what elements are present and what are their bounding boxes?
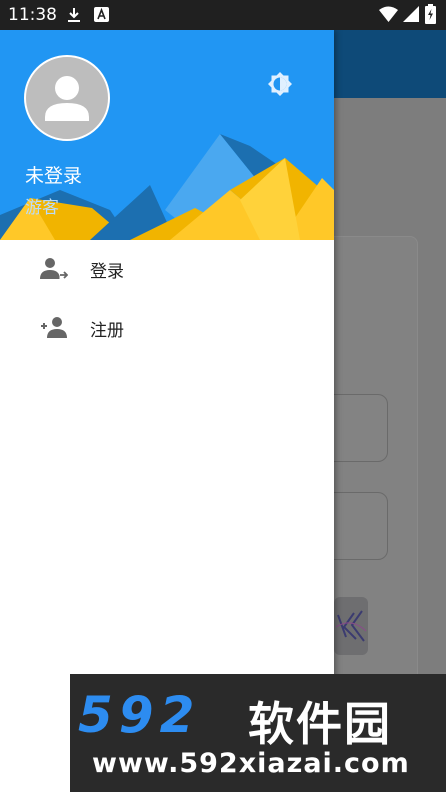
status-time: 11:38	[8, 5, 57, 25]
status-bar: 11:38	[0, 0, 446, 30]
drawer-header: 未登录 游客	[0, 30, 334, 240]
wifi-icon	[379, 6, 398, 22]
avatar[interactable]	[24, 55, 110, 141]
menu-item-register[interactable]: 注册	[0, 299, 334, 358]
watermark-logo: 592 软件园	[70, 678, 446, 751]
download-icon	[68, 8, 80, 22]
menu-item-register-label: 注册	[90, 321, 124, 341]
a-notification-icon	[94, 7, 109, 22]
watermark-banner: 592 软件园 www.592xiazai.com	[70, 674, 446, 792]
signal-icon	[403, 6, 419, 22]
login-icon	[40, 258, 68, 279]
user-name: 未登录	[25, 165, 83, 187]
watermark-digits: 592	[78, 686, 201, 744]
brightness-icon[interactable]	[266, 70, 294, 98]
watermark-url: www.592xiazai.com	[92, 748, 410, 779]
person-icon	[45, 76, 89, 121]
user-status: 游客	[25, 198, 59, 218]
menu-item-login-label: 登录	[90, 262, 124, 282]
background-captcha-image	[334, 597, 368, 655]
drawer-menu: 登录 注册	[0, 240, 334, 358]
menu-item-login[interactable]: 登录	[0, 240, 334, 299]
add-user-icon	[41, 317, 67, 338]
watermark-brand-text: 软件园	[248, 697, 392, 751]
battery-icon	[425, 4, 436, 24]
